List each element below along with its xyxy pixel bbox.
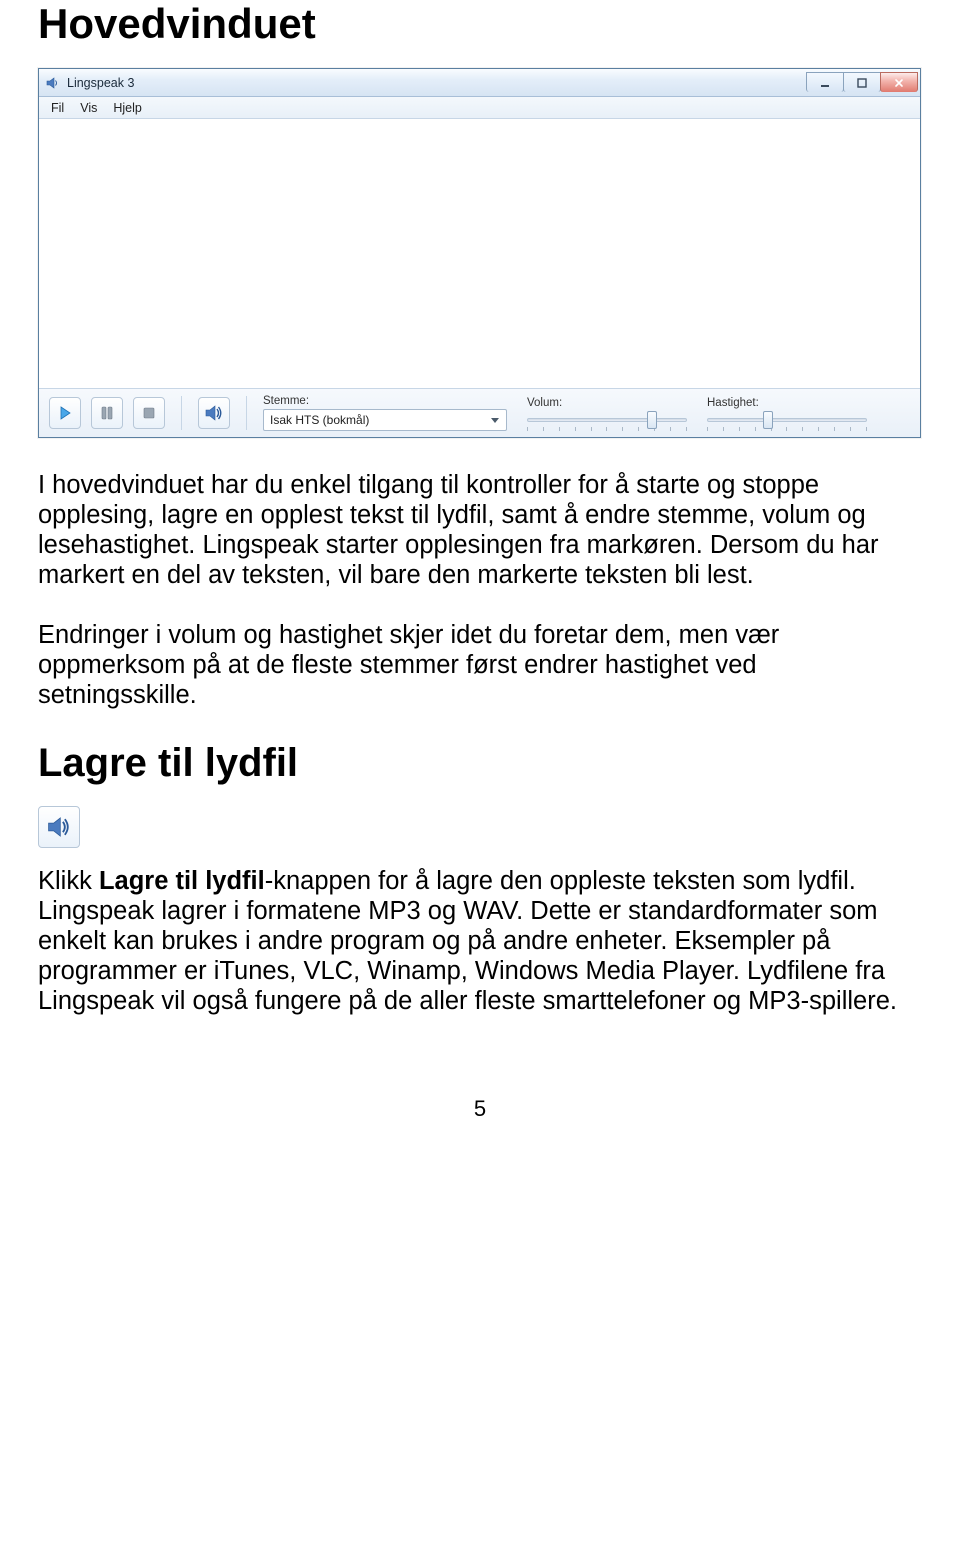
section-heading: Lagre til lydfil xyxy=(38,741,922,786)
pause-button[interactable] xyxy=(91,397,123,429)
play-button[interactable] xyxy=(49,397,81,429)
app-window: Lingspeak 3 Fil Vis Hjelp xyxy=(38,68,921,438)
voice-block: Stemme: Isak HTS (bokmål) xyxy=(263,395,507,431)
toolbar-separator xyxy=(181,396,182,430)
speed-label: Hastighet: xyxy=(707,397,867,409)
speed-slider[interactable] xyxy=(707,411,867,429)
stop-button[interactable] xyxy=(133,397,165,429)
menubar: Fil Vis Hjelp xyxy=(39,97,920,119)
toolbar-separator xyxy=(246,396,247,430)
save-audio-icon xyxy=(38,806,80,848)
speed-block: Hastighet: xyxy=(707,397,867,429)
volume-slider[interactable] xyxy=(527,411,687,429)
close-button[interactable] xyxy=(880,72,918,92)
volume-block: Volum: xyxy=(527,397,687,429)
speaker-icon xyxy=(45,75,61,91)
window-controls xyxy=(807,73,918,92)
speed-slider-thumb[interactable] xyxy=(763,411,773,429)
bottom-toolbar: Stemme: Isak HTS (bokmål) Volum: Hastigh xyxy=(39,389,920,437)
titlebar: Lingspeak 3 xyxy=(39,69,920,97)
paragraph: Klikk Lagre til lydfil-knappen for å lag… xyxy=(38,866,922,1016)
paragraph: I hovedvinduet har du enkel tilgang til … xyxy=(38,470,922,590)
chevron-down-icon xyxy=(488,415,502,425)
paragraph: Endringer i volum og hastighet skjer ide… xyxy=(38,620,922,710)
voice-select[interactable]: Isak HTS (bokmål) xyxy=(263,409,507,431)
volume-slider-thumb[interactable] xyxy=(647,411,657,429)
volume-label: Volum: xyxy=(527,397,687,409)
voice-label: Stemme: xyxy=(263,395,507,407)
page-title: Hovedvinduet xyxy=(38,0,922,48)
menu-fil[interactable]: Fil xyxy=(43,99,72,117)
menu-vis[interactable]: Vis xyxy=(72,99,105,117)
voice-selected-value: Isak HTS (bokmål) xyxy=(270,413,369,427)
menu-hjelp[interactable]: Hjelp xyxy=(105,99,150,117)
window-title: Lingspeak 3 xyxy=(67,76,807,90)
minimize-button[interactable] xyxy=(806,72,844,92)
bold-text: Lagre til lydfil xyxy=(99,867,265,895)
maximize-button[interactable] xyxy=(843,72,881,92)
save-audio-button[interactable] xyxy=(198,397,230,429)
page-number: 5 xyxy=(38,1096,922,1122)
text-area[interactable] xyxy=(39,119,920,389)
text-run: Klikk xyxy=(38,867,99,895)
